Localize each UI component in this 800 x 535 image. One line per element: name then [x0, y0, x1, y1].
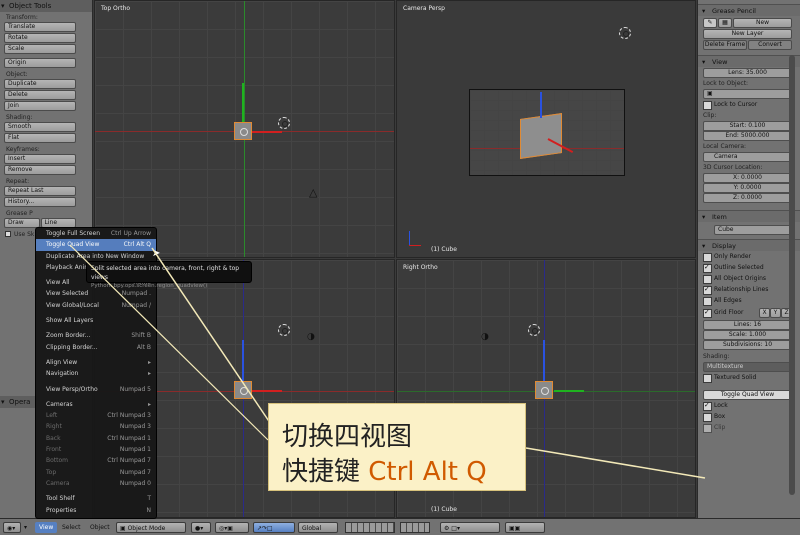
- callout-prefix: 快捷键: [282, 457, 369, 487]
- callout-shortcut: 快捷键 Ctrl Alt Q: [282, 451, 487, 488]
- annotation-callout: 切换四视图 快捷键 Ctrl Alt Q: [268, 403, 526, 491]
- leader-line-button: [525, 447, 706, 479]
- callout-title: 切换四视图: [282, 422, 413, 452]
- callout-keys: Ctrl Alt Q: [368, 457, 487, 487]
- leader-line-menu: [151, 247, 286, 446]
